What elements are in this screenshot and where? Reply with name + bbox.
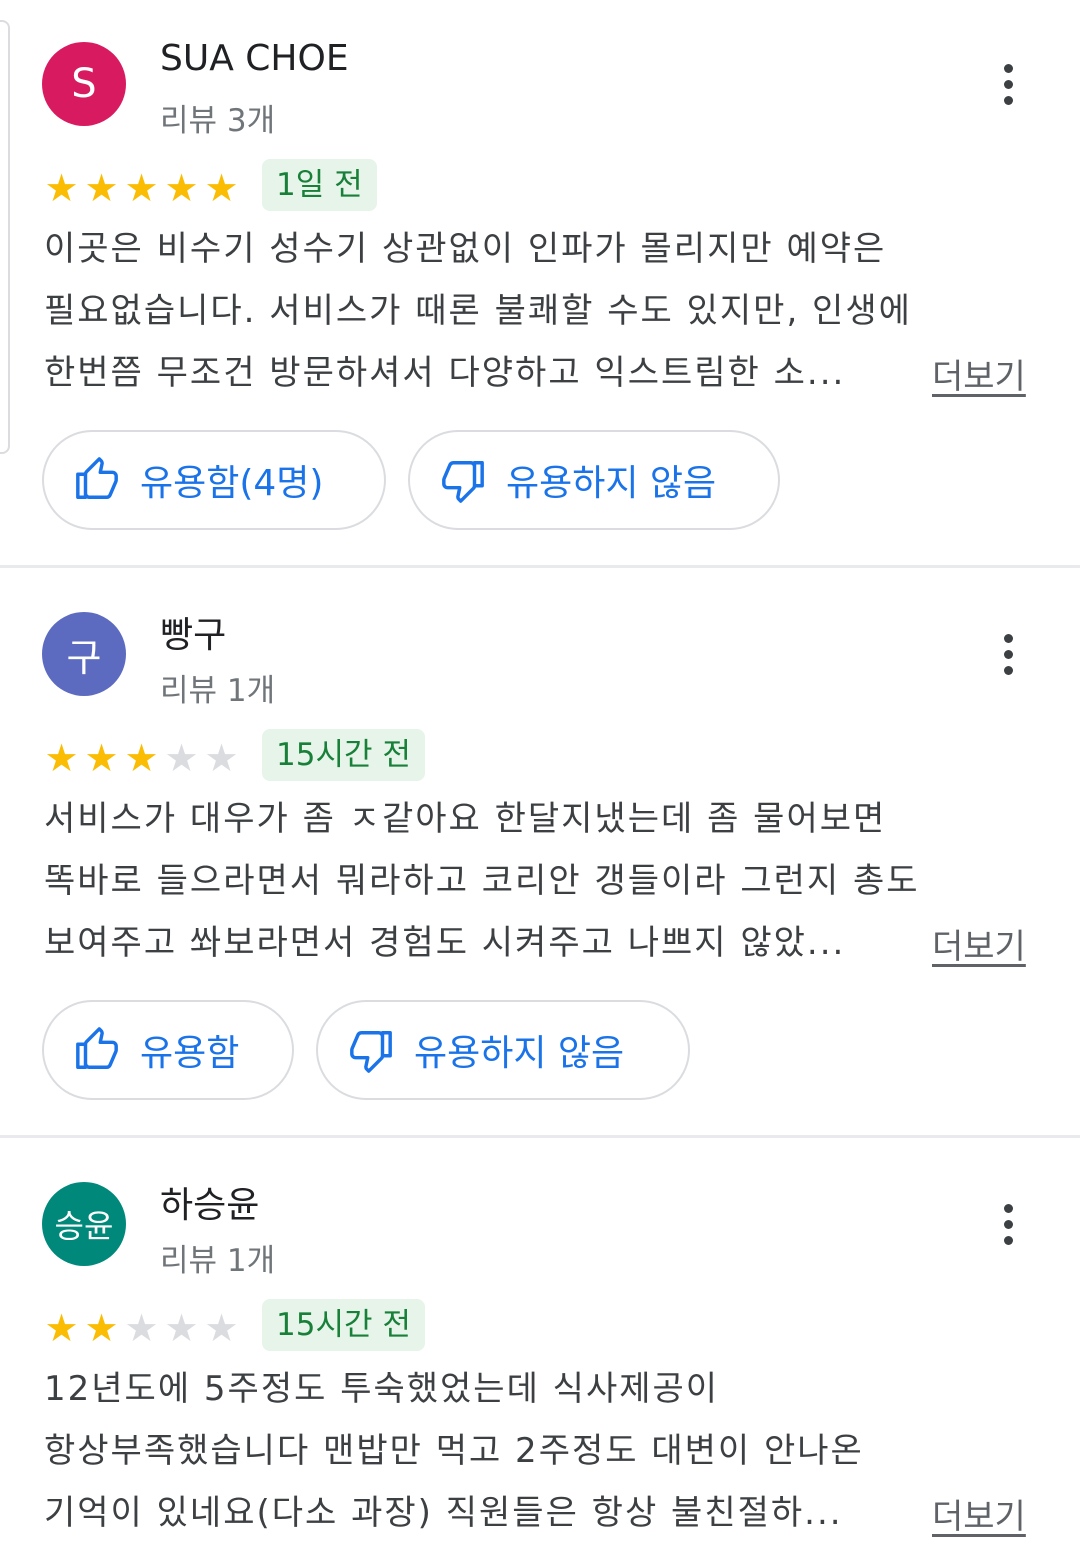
star-icon: ★	[204, 166, 239, 210]
review-text: 서비스가 대우가 좀 ㅈ같아요 한달지냈는데 좀 물어보면 똑바로 들으라면서 …	[44, 788, 1044, 974]
more-options-icon[interactable]	[986, 1192, 1030, 1256]
star-icon: ★	[84, 166, 119, 210]
review-date-badge: 15시간 전	[262, 729, 425, 781]
review-count: 리뷰 3개	[160, 103, 276, 139]
review-text-line: 필요없습니다. 서비스가 때론 불쾌할 수도 있지만, 인생에	[44, 291, 912, 331]
reviewer-name[interactable]: 빵구	[160, 606, 226, 658]
reviewer-name[interactable]: 하승윤	[160, 1176, 259, 1228]
not-helpful-button[interactable]: 유용하지 않음	[316, 1000, 690, 1100]
divider	[0, 565, 1080, 568]
read-more-link[interactable]: 더보기	[932, 349, 1026, 398]
avatar[interactable]: 승윤	[42, 1182, 126, 1266]
star-icon: ★	[44, 736, 79, 780]
review-text-line: 한번쯤 무조건 방문하셔서 다양하고 익스트림한 소...	[44, 353, 846, 393]
star-icon: ★	[164, 166, 199, 210]
review-text-line: 기억이 있네요(다소 과장) 직원들은 항상 불친절하...	[44, 1493, 843, 1533]
star-icon: ★	[84, 1306, 119, 1350]
review-count: 리뷰 1개	[160, 673, 276, 709]
star-icon: ★	[124, 1306, 159, 1350]
thumbs-up-icon	[76, 1027, 118, 1069]
star-icon: ★	[44, 1306, 79, 1350]
review-text: 이곳은 비수기 성수기 상관없이 인파가 몰리지만 예약은 필요없습니다. 서비…	[44, 218, 1044, 404]
helpful-label: 유용함	[140, 1033, 240, 1074]
more-options-icon[interactable]	[986, 52, 1030, 116]
review-text-line: 항상부족했습니다 맨밥만 먹고 2주정도 대변이 안나온	[44, 1431, 864, 1471]
helpful-label: 유용함(4명)	[140, 463, 324, 504]
review-text-line: 서비스가 대우가 좀 ㅈ같아요 한달지냈는데 좀 물어보면	[44, 799, 887, 839]
divider	[0, 1135, 1080, 1138]
review-count: 리뷰 1개	[160, 1243, 276, 1279]
reviewer-name[interactable]: SUA CHOE	[160, 38, 349, 79]
review-text-line: 보여주고 쏴보라면서 경험도 시켜주고 나쁘지 않았...	[44, 923, 846, 963]
review-text-line: 12년도에 5주정도 투숙했었는데 식사제공이	[44, 1369, 720, 1409]
thumbs-down-icon	[350, 1031, 392, 1073]
not-helpful-label: 유용하지 않음	[414, 1033, 625, 1074]
star-icon: ★	[204, 1306, 239, 1350]
more-options-icon[interactable]	[986, 622, 1030, 686]
star-rating: ★ ★ ★ ★ ★	[42, 168, 241, 208]
review-text-line: 이곳은 비수기 성수기 상관없이 인파가 몰리지만 예약은	[44, 229, 887, 269]
avatar[interactable]: 구	[42, 612, 126, 696]
star-icon: ★	[204, 736, 239, 780]
avatar[interactable]: S	[42, 42, 126, 126]
star-icon: ★	[44, 166, 79, 210]
review-date-badge: 15시간 전	[262, 1299, 425, 1351]
helpful-button[interactable]: 유용함	[42, 1000, 294, 1100]
scroll-indicator	[0, 20, 10, 454]
helpful-button[interactable]: 유용함(4명)	[42, 430, 386, 530]
star-rating: ★ ★ ★ ★ ★	[42, 738, 241, 778]
star-icon: ★	[164, 1306, 199, 1350]
review-date-badge: 1일 전	[262, 159, 377, 211]
star-icon: ★	[164, 736, 199, 780]
star-icon: ★	[124, 736, 159, 780]
review-text-line: 똑바로 들으라면서 뭐라하고 코리안 갱들이라 그런지 총도	[44, 861, 920, 901]
thumbs-up-icon	[76, 457, 118, 499]
review-text: 12년도에 5주정도 투숙했었는데 식사제공이 항상부족했습니다 맨밥만 먹고 …	[44, 1358, 1044, 1544]
star-rating: ★ ★ ★ ★ ★	[42, 1308, 241, 1348]
read-more-link[interactable]: 더보기	[932, 919, 1026, 968]
star-icon: ★	[124, 166, 159, 210]
star-icon: ★	[84, 736, 119, 780]
read-more-link[interactable]: 더보기	[932, 1489, 1026, 1538]
thumbs-down-icon	[442, 461, 484, 503]
not-helpful-button[interactable]: 유용하지 않음	[408, 430, 780, 530]
not-helpful-label: 유용하지 않음	[506, 463, 717, 504]
